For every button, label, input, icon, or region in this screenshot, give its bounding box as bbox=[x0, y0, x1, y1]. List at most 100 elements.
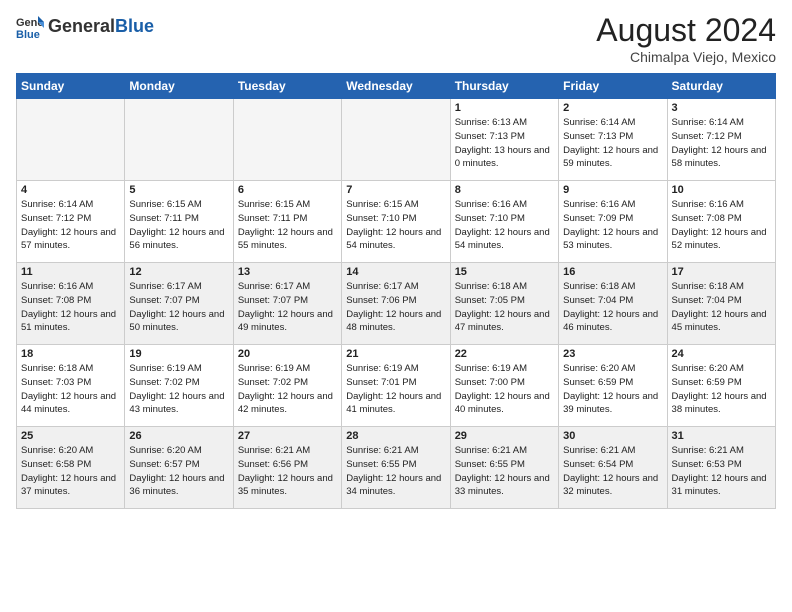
col-monday: Monday bbox=[125, 74, 233, 99]
day-number: 12 bbox=[129, 266, 228, 278]
col-sunday: Sunday bbox=[17, 74, 125, 99]
location: Chimalpa Viejo, Mexico bbox=[596, 49, 776, 65]
table-row: 23 Sunrise: 6:20 AMSunset: 6:59 PMDayligh… bbox=[559, 345, 667, 427]
day-number: 18 bbox=[21, 348, 120, 360]
day-info: Sunrise: 6:18 AMSunset: 7:04 PMDaylight:… bbox=[672, 280, 771, 335]
calendar-week-4: 25 Sunrise: 6:20 AMSunset: 6:58 PMDayligh… bbox=[17, 427, 776, 509]
table-row bbox=[125, 99, 233, 181]
table-row: 12 Sunrise: 6:17 AMSunset: 7:07 PMDayligh… bbox=[125, 263, 233, 345]
day-info: Sunrise: 6:14 AMSunset: 7:13 PMDaylight:… bbox=[563, 116, 662, 171]
table-row: 17Sunrise: 6:18 AMSunset: 7:04 PMDayligh… bbox=[667, 263, 775, 345]
day-info: Sunrise: 6:16 AMSunset: 7:10 PMDaylight:… bbox=[455, 198, 554, 253]
table-row: 29 Sunrise: 6:21 AMSunset: 6:55 PMDayligh… bbox=[450, 427, 558, 509]
table-row: 31 Sunrise: 6:21 AMSunset: 6:53 PMDayligh… bbox=[667, 427, 775, 509]
table-row: 27 Sunrise: 6:21 AMSunset: 6:56 PMDayligh… bbox=[233, 427, 341, 509]
table-row: 30Sunrise: 6:21 AMSunset: 6:54 PMDayligh… bbox=[559, 427, 667, 509]
logo-blue: Blue bbox=[115, 16, 154, 37]
day-info: Sunrise: 6:21 AMSunset: 6:54 PMDaylight:… bbox=[563, 444, 662, 499]
day-info: Sunrise: 6:20 AMSunset: 6:59 PMDaylight:… bbox=[563, 362, 662, 417]
table-row: 8 Sunrise: 6:16 AMSunset: 7:10 PMDaylight… bbox=[450, 181, 558, 263]
table-row: 20 Sunrise: 6:19 AMSunset: 7:02 PMDayligh… bbox=[233, 345, 341, 427]
day-number: 4 bbox=[21, 184, 120, 196]
day-number: 6 bbox=[238, 184, 337, 196]
col-tuesday: Tuesday bbox=[233, 74, 341, 99]
day-number: 25 bbox=[21, 430, 120, 442]
day-info: Sunrise: 6:17 AMSunset: 7:07 PMDaylight:… bbox=[238, 280, 337, 335]
day-number: 31 bbox=[672, 430, 771, 442]
day-info: Sunrise: 6:16 AMSunset: 7:08 PMDaylight:… bbox=[672, 198, 771, 253]
calendar-week-0: 1Sunrise: 6:13 AMSunset: 7:13 PMDaylight… bbox=[17, 99, 776, 181]
day-info: Sunrise: 6:21 AMSunset: 6:55 PMDaylight:… bbox=[346, 444, 445, 499]
day-number: 19 bbox=[129, 348, 228, 360]
table-row bbox=[17, 99, 125, 181]
table-row: 16 Sunrise: 6:18 AMSunset: 7:04 PMDayligh… bbox=[559, 263, 667, 345]
day-info: Sunrise: 6:20 AMSunset: 6:59 PMDaylight:… bbox=[672, 362, 771, 417]
table-row: 9Sunrise: 6:16 AMSunset: 7:09 PMDaylight… bbox=[559, 181, 667, 263]
day-info: Sunrise: 6:14 AMSunset: 7:12 PMDaylight:… bbox=[672, 116, 771, 171]
day-info: Sunrise: 6:17 AMSunset: 7:07 PMDaylight:… bbox=[129, 280, 228, 335]
day-info: Sunrise: 6:20 AMSunset: 6:58 PMDaylight:… bbox=[21, 444, 120, 499]
logo-general: General bbox=[48, 16, 115, 37]
day-number: 5 bbox=[129, 184, 228, 196]
day-number: 13 bbox=[238, 266, 337, 278]
header-row: Sunday Monday Tuesday Wednesday Thursday… bbox=[17, 74, 776, 99]
table-row: 5Sunrise: 6:15 AMSunset: 7:11 PMDaylight… bbox=[125, 181, 233, 263]
day-number: 1 bbox=[455, 102, 554, 114]
month-year: August 2024 bbox=[596, 12, 776, 49]
table-row: 1Sunrise: 6:13 AMSunset: 7:13 PMDaylight… bbox=[450, 99, 558, 181]
table-row: 28Sunrise: 6:21 AMSunset: 6:55 PMDayligh… bbox=[342, 427, 450, 509]
day-info: Sunrise: 6:21 AMSunset: 6:56 PMDaylight:… bbox=[238, 444, 337, 499]
calendar-week-3: 18 Sunrise: 6:18 AMSunset: 7:03 PMDayligh… bbox=[17, 345, 776, 427]
day-info: Sunrise: 6:20 AMSunset: 6:57 PMDaylight:… bbox=[129, 444, 228, 499]
day-info: Sunrise: 6:18 AMSunset: 7:04 PMDaylight:… bbox=[563, 280, 662, 335]
day-info: Sunrise: 6:19 AMSunset: 7:02 PMDaylight:… bbox=[238, 362, 337, 417]
calendar-table: Sunday Monday Tuesday Wednesday Thursday… bbox=[16, 73, 776, 509]
day-number: 21 bbox=[346, 348, 445, 360]
day-number: 10 bbox=[672, 184, 771, 196]
day-number: 27 bbox=[238, 430, 337, 442]
day-number: 23 bbox=[563, 348, 662, 360]
logo-icon: General Blue bbox=[16, 12, 44, 40]
day-info: Sunrise: 6:19 AMSunset: 7:02 PMDaylight:… bbox=[129, 362, 228, 417]
table-row: 14 Sunrise: 6:17 AMSunset: 7:06 PMDayligh… bbox=[342, 263, 450, 345]
table-row: 10 Sunrise: 6:16 AMSunset: 7:08 PMDayligh… bbox=[667, 181, 775, 263]
day-info: Sunrise: 6:17 AMSunset: 7:06 PMDaylight:… bbox=[346, 280, 445, 335]
day-info: Sunrise: 6:15 AMSunset: 7:11 PMDaylight:… bbox=[238, 198, 337, 253]
table-row: 24 Sunrise: 6:20 AMSunset: 6:59 PMDayligh… bbox=[667, 345, 775, 427]
table-row: 26 Sunrise: 6:20 AMSunset: 6:57 PMDayligh… bbox=[125, 427, 233, 509]
table-row: 25 Sunrise: 6:20 AMSunset: 6:58 PMDayligh… bbox=[17, 427, 125, 509]
table-row bbox=[342, 99, 450, 181]
table-row: 19 Sunrise: 6:19 AMSunset: 7:02 PMDayligh… bbox=[125, 345, 233, 427]
day-number: 14 bbox=[346, 266, 445, 278]
day-number: 15 bbox=[455, 266, 554, 278]
day-number: 7 bbox=[346, 184, 445, 196]
day-number: 26 bbox=[129, 430, 228, 442]
day-info: Sunrise: 6:21 AMSunset: 6:55 PMDaylight:… bbox=[455, 444, 554, 499]
table-row: 4 Sunrise: 6:14 AMSunset: 7:12 PMDaylight… bbox=[17, 181, 125, 263]
day-info: Sunrise: 6:18 AMSunset: 7:05 PMDaylight:… bbox=[455, 280, 554, 335]
day-info: Sunrise: 6:16 AMSunset: 7:09 PMDaylight:… bbox=[563, 198, 662, 253]
day-number: 29 bbox=[455, 430, 554, 442]
col-thursday: Thursday bbox=[450, 74, 558, 99]
table-row: 22Sunrise: 6:19 AMSunset: 7:00 PMDayligh… bbox=[450, 345, 558, 427]
svg-text:Blue: Blue bbox=[16, 29, 40, 40]
table-row: 21Sunrise: 6:19 AMSunset: 7:01 PMDayligh… bbox=[342, 345, 450, 427]
day-number: 24 bbox=[672, 348, 771, 360]
day-number: 16 bbox=[563, 266, 662, 278]
day-info: Sunrise: 6:14 AMSunset: 7:12 PMDaylight:… bbox=[21, 198, 120, 253]
header: General Blue GeneralBlue August 2024 Chi… bbox=[16, 12, 776, 65]
col-wednesday: Wednesday bbox=[342, 74, 450, 99]
logo: General Blue GeneralBlue bbox=[16, 12, 154, 40]
day-info: Sunrise: 6:15 AMSunset: 7:10 PMDaylight:… bbox=[346, 198, 445, 253]
day-info: Sunrise: 6:18 AMSunset: 7:03 PMDaylight:… bbox=[21, 362, 120, 417]
day-info: Sunrise: 6:19 AMSunset: 7:00 PMDaylight:… bbox=[455, 362, 554, 417]
day-number: 8 bbox=[455, 184, 554, 196]
page-container: General Blue GeneralBlue August 2024 Chi… bbox=[0, 0, 792, 517]
table-row bbox=[233, 99, 341, 181]
table-row: 11Sunrise: 6:16 AMSunset: 7:08 PMDayligh… bbox=[17, 263, 125, 345]
table-row: 18 Sunrise: 6:18 AMSunset: 7:03 PMDayligh… bbox=[17, 345, 125, 427]
col-friday: Friday bbox=[559, 74, 667, 99]
table-row: 3Sunrise: 6:14 AMSunset: 7:12 PMDaylight… bbox=[667, 99, 775, 181]
day-info: Sunrise: 6:21 AMSunset: 6:53 PMDaylight:… bbox=[672, 444, 771, 499]
day-number: 20 bbox=[238, 348, 337, 360]
